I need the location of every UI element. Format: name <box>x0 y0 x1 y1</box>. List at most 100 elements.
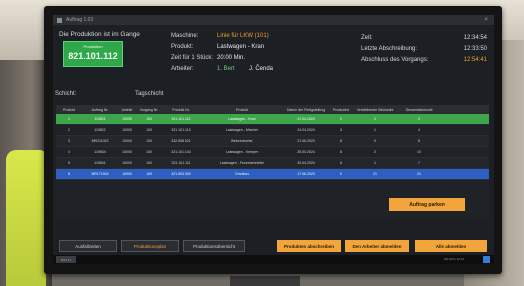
table-cell: 2 <box>374 150 376 154</box>
table-cell: 1 <box>374 117 376 121</box>
downtime-button[interactable]: Ausfallzeiten <box>59 240 117 252</box>
table-cell: 3 <box>340 128 342 132</box>
write-off-products-button[interactable]: Produkten abschreiben <box>277 240 341 252</box>
table-cell: 119841 <box>94 161 106 165</box>
production-plan-button[interactable]: Produktionsplan <box>121 240 179 252</box>
monitor-stand <box>230 276 300 286</box>
table-cell: Omnibus <box>234 172 249 176</box>
table-cell: 25.04.2024 <box>297 150 315 154</box>
production-status-title: Die Produktion ist im Gange <box>59 31 140 38</box>
notification-icon[interactable] <box>483 256 490 263</box>
arbeiter-1: 1. Bert <box>217 66 235 72</box>
table-header: Produkt Auftrag Nr. Anteile Vorgang Nr. … <box>56 105 489 114</box>
table-cell: Lastwagen - Kran <box>228 117 256 121</box>
col-header: Vorgang Nr. <box>139 107 159 112</box>
table-cell: 21 <box>417 172 421 176</box>
production-panel: Die Produktion ist im Gange Produktion 8… <box>57 31 177 73</box>
zeit-label: Zeit für 1 Stück: <box>171 55 214 61</box>
production-box-label: Produktion <box>83 44 103 49</box>
table-cell: 10000 <box>122 117 132 121</box>
table-cell: 10000 <box>122 172 132 176</box>
window-close-icon[interactable]: × <box>484 17 488 23</box>
app-icon <box>57 17 62 23</box>
col-header: Verbleibende Stückzahl <box>356 107 394 112</box>
table-row[interactable]: 6 MR171904 10000 100 321.503.000 Omnibus 17.06… <box>56 169 489 180</box>
worker-in-yellow-vest <box>6 150 46 286</box>
shift-label: Schicht: <box>55 91 77 97</box>
completion-value: 12:54:41 <box>463 57 487 63</box>
table-cell: 119834 <box>94 150 106 154</box>
table-cell: 321.101.111 <box>171 161 191 165</box>
table-cell: 119822 <box>94 128 106 132</box>
col-header: Produkt <box>62 107 76 112</box>
maschine-value: Linie für LKW (101) <box>217 33 269 39</box>
table-cell: 3 <box>418 117 420 121</box>
shift-value: Tagschicht <box>135 91 164 97</box>
arbeiter-2: J. Čenda <box>249 66 274 72</box>
table-cell: 17.06.2023 <box>297 172 315 176</box>
table-cell: Betonmischer <box>231 139 253 143</box>
table-cell: 4 <box>68 150 70 154</box>
table-cell: 321.503.000 <box>171 172 191 176</box>
maschine-label: Maschine: <box>171 33 199 39</box>
arbeiter-label: Arbeiter: <box>171 66 194 72</box>
produkt-label: Produkt: <box>171 44 194 50</box>
completion-label: Abschluss des Vorgangs: <box>361 57 429 63</box>
table-cell: 24.04.2024 <box>297 128 315 132</box>
production-number: 821.101.112 <box>68 51 118 61</box>
table-cell: 321.101.112 <box>171 117 191 121</box>
system-tray: DE ENG 12:34 <box>444 257 464 261</box>
table-cell: 7 <box>418 161 420 165</box>
col-header: Produkt Nr. <box>172 107 190 112</box>
table-cell: MR171904 <box>91 172 109 176</box>
table-cell: 6 <box>68 172 70 176</box>
table-cell: 0 <box>340 172 342 176</box>
title-bar: Auftrag 1.03 × <box>53 15 494 25</box>
table-cell: 100 <box>146 128 152 132</box>
header: Die Produktion ist im Gange Produktion 8… <box>53 27 494 97</box>
zeit-value: 20:00 Min. <box>217 55 246 61</box>
logout-all-button[interactable]: Alle abmelden <box>415 240 487 252</box>
col-header: Auftrag Nr. <box>91 107 109 112</box>
table-cell: 10000 <box>122 139 132 143</box>
park-order-button[interactable]: Auftrag parken <box>389 198 465 211</box>
table-cell: 5 <box>68 161 70 165</box>
table-cell: 10000 <box>122 150 132 154</box>
table-cell: Lastwagen - Mischer <box>225 128 259 132</box>
table-cell: Lastwagen - Kemper <box>225 150 259 154</box>
table-cell: 1 <box>374 128 376 132</box>
table-cell: 21.04.2024 <box>297 117 315 121</box>
logout-worker-button[interactable]: Den Arbeiter abmelden <box>345 240 409 252</box>
table-cell: 8 <box>340 139 342 143</box>
table-cell: 6 <box>340 161 342 165</box>
table-cell: 100 <box>146 117 152 121</box>
table-cell: Lastwagen - Feuerwehrleiter <box>219 161 265 165</box>
table-cell: 321.101.113 <box>171 128 191 132</box>
col-header: Datum der Fertigstellung <box>286 107 326 112</box>
last-writeoff-label: Letzte Abschreibung: <box>361 46 418 52</box>
table-cell: 1 <box>68 117 70 121</box>
start-button[interactable]: W11.11 <box>56 256 76 263</box>
table-cell: 10000 <box>122 161 132 165</box>
table-cell: 10 <box>417 150 421 154</box>
table-cell: 4 <box>418 128 420 132</box>
last-writeoff-value: 12:33:50 <box>463 46 487 52</box>
window-title: Auftrag 1.03 <box>66 17 94 23</box>
production-number-box: Produktion 821.101.112 <box>63 41 123 67</box>
table-cell: 2 <box>340 117 342 121</box>
table-cell: 0 <box>374 139 376 143</box>
table-row[interactable]: 3 MR211023 10000 100 332.698.021 Betonmischer… <box>56 136 489 147</box>
table-cell: 3 <box>68 139 70 143</box>
production-overview-button[interactable]: Produktionsübersicht <box>183 240 245 252</box>
table-cell: 21.06.2023 <box>297 139 315 143</box>
table-cell: 100 <box>146 150 152 154</box>
table-cell: 29.04.2024 <box>297 161 315 165</box>
table-row[interactable]: 2 119822 10000 100 321.101.113 Lastwagen - Mi… <box>56 125 489 136</box>
table-row[interactable]: 4 119834 10000 100 321.101.144 Lastwagen - Ke… <box>56 147 489 158</box>
table-row[interactable]: 5 119841 10000 100 321.101.111 Lastwagen - Fe… <box>56 158 489 169</box>
col-header: Produziert <box>333 107 349 112</box>
table-row[interactable]: 1 119821 10000 100 321.101.112 Lastwagen - Kr… <box>56 114 489 125</box>
produkt-value: Lastwagen - Kran <box>217 44 265 50</box>
table-cell: 321.101.144 <box>171 150 191 154</box>
col-header: Produkt <box>235 107 249 112</box>
